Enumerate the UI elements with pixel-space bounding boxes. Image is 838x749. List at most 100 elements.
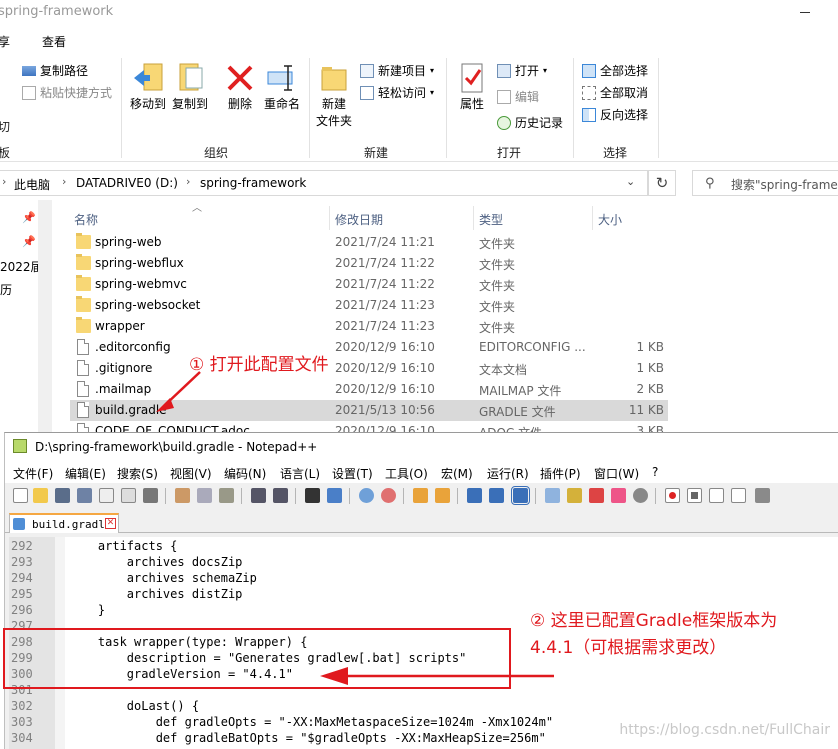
file-row[interactable]: .editorconfig 2020/12/9 16:10 EDITORCONFIG… bbox=[70, 337, 668, 358]
word-wrap-icon[interactable] bbox=[467, 488, 482, 503]
folder-as-workspace-icon[interactable] bbox=[611, 488, 626, 503]
new-item-button[interactable]: 新建项目 ▾ bbox=[360, 62, 434, 79]
nav-item[interactable]: 2022届 bbox=[0, 258, 43, 275]
copy-path-button[interactable]: 复制路径 bbox=[22, 62, 88, 79]
open-file-icon[interactable] bbox=[33, 488, 48, 503]
cut-fragment[interactable]: 切 bbox=[0, 118, 10, 135]
menu-encoding[interactable]: 编码(N) bbox=[224, 465, 266, 482]
search-input[interactable]: ⚲ 搜索"spring-framework" bbox=[692, 170, 838, 196]
new-folder-icon bbox=[318, 62, 350, 94]
menu-run[interactable]: 运行(R) bbox=[487, 465, 529, 482]
menu-window[interactable]: 窗口(W) bbox=[594, 465, 639, 482]
column-header-name[interactable]: 名称 bbox=[74, 211, 98, 228]
undo-icon[interactable] bbox=[251, 488, 266, 503]
column-header-type[interactable]: 类型 bbox=[479, 211, 503, 228]
tab-build-gradle-label: build.gradle bbox=[32, 518, 112, 531]
close-icon[interactable]: ✕ bbox=[105, 518, 116, 529]
chevron-down-icon[interactable]: ⌄ bbox=[626, 175, 635, 188]
doc-map-icon[interactable] bbox=[567, 488, 582, 503]
refresh-button[interactable]: ↻ bbox=[648, 170, 676, 196]
open-button[interactable]: 打开 ▾ bbox=[497, 62, 547, 79]
file-row[interactable]: spring-webmvc 2021/7/24 11:22 文件夹 bbox=[70, 274, 668, 295]
redo-icon[interactable] bbox=[273, 488, 288, 503]
zoom-in-icon[interactable] bbox=[359, 488, 374, 503]
stop-macro-icon[interactable] bbox=[687, 488, 702, 503]
column-header-date[interactable]: 修改日期 bbox=[335, 211, 383, 228]
tab-view[interactable]: 查看 bbox=[42, 33, 66, 50]
delete-button[interactable]: 删除 bbox=[216, 62, 264, 113]
select-all-button[interactable]: 全部选择 bbox=[582, 62, 648, 79]
define-language-icon[interactable] bbox=[545, 488, 560, 503]
monitoring-icon[interactable] bbox=[633, 488, 648, 503]
file-row[interactable]: spring-web 2021/7/24 11:21 文件夹 bbox=[70, 232, 668, 253]
run-macro-multiple-icon[interactable] bbox=[731, 488, 746, 503]
file-row[interactable]: spring-webflux 2021/7/24 11:22 文件夹 bbox=[70, 253, 668, 274]
breadcrumb-this-pc[interactable]: 此电脑 bbox=[14, 176, 50, 193]
menu-view[interactable]: 视图(V) bbox=[170, 465, 212, 482]
new-group-label: 新建 bbox=[364, 146, 389, 160]
edit-button[interactable]: 编辑 bbox=[497, 88, 539, 105]
nav-item[interactable]: 历 bbox=[0, 281, 12, 298]
paste-icon[interactable] bbox=[219, 488, 234, 503]
code-line: archives distZip bbox=[69, 587, 243, 601]
breadcrumb-drive[interactable]: DATADRIVE0 (D:) bbox=[76, 176, 178, 190]
move-to-button[interactable]: 移动到 bbox=[124, 62, 172, 113]
menu-edit[interactable]: 编辑(E) bbox=[65, 465, 106, 482]
history-button[interactable]: 历史记录 bbox=[497, 114, 563, 131]
menu-plugins[interactable]: 插件(P) bbox=[540, 465, 581, 482]
copy-to-button[interactable]: 复制到 bbox=[166, 62, 214, 113]
line-number: 293 bbox=[11, 555, 33, 569]
close-all-icon[interactable] bbox=[121, 488, 136, 503]
select-all-label: 全部选择 bbox=[600, 64, 649, 78]
save-icon[interactable] bbox=[55, 488, 70, 503]
sync-vertical-icon[interactable] bbox=[413, 488, 428, 503]
copy-icon[interactable] bbox=[197, 488, 212, 503]
close-file-icon[interactable] bbox=[99, 488, 114, 503]
indent-guide-icon[interactable] bbox=[511, 486, 530, 505]
nav-scrollbar[interactable] bbox=[38, 200, 52, 440]
invert-selection-button[interactable]: 反向选择 bbox=[582, 106, 648, 123]
menu-settings[interactable]: 设置(T) bbox=[332, 465, 373, 482]
address-bar[interactable]: › 此电脑 › DATADRIVE0 (D:) › spring-framewo… bbox=[0, 170, 648, 196]
minimize-button[interactable] bbox=[796, 0, 816, 24]
menu-search[interactable]: 搜索(S) bbox=[117, 465, 158, 482]
new-folder-button[interactable]: 新建 文件夹 bbox=[310, 62, 358, 130]
code-line: } bbox=[69, 603, 106, 617]
column-divider[interactable] bbox=[473, 206, 474, 230]
menu-language[interactable]: 语言(L) bbox=[280, 465, 320, 482]
pin-icon[interactable]: 📌 bbox=[22, 235, 36, 248]
code-line: def gradleBatOpts = "$gradleOpts -XX:Max… bbox=[69, 731, 546, 745]
column-header-size[interactable]: 大小 bbox=[598, 211, 622, 228]
save-macro-icon[interactable] bbox=[755, 488, 770, 503]
rename-button[interactable]: 重命名 bbox=[258, 62, 306, 113]
function-list-icon[interactable] bbox=[589, 488, 604, 503]
save-all-icon[interactable] bbox=[77, 488, 92, 503]
file-row[interactable]: wrapper 2021/7/24 11:23 文件夹 bbox=[70, 316, 668, 337]
new-item-label: 新建项目 bbox=[378, 64, 427, 78]
menu-macro[interactable]: 宏(M) bbox=[441, 465, 473, 482]
print-icon[interactable] bbox=[143, 488, 158, 503]
easy-access-button[interactable]: 轻松访问 ▾ bbox=[360, 84, 434, 101]
breadcrumb-folder[interactable]: spring-framework bbox=[200, 176, 306, 190]
column-divider[interactable] bbox=[592, 206, 593, 230]
replace-icon[interactable] bbox=[327, 488, 342, 503]
tab-share[interactable]: 享 bbox=[0, 33, 10, 50]
menu-file[interactable]: 文件(F) bbox=[13, 465, 53, 482]
find-icon[interactable] bbox=[305, 488, 320, 503]
show-all-chars-icon[interactable] bbox=[489, 488, 504, 503]
menu-help[interactable]: ? bbox=[652, 465, 658, 479]
paste-shortcut-button[interactable]: 粘贴快捷方式 bbox=[22, 84, 112, 101]
pin-icon[interactable]: 📌 bbox=[22, 211, 36, 224]
file-row[interactable]: spring-websocket 2021/7/24 11:23 文件夹 bbox=[70, 295, 668, 316]
play-macro-icon[interactable] bbox=[709, 488, 724, 503]
record-macro-icon[interactable] bbox=[665, 488, 680, 503]
select-none-button[interactable]: 全部取消 bbox=[582, 84, 648, 101]
new-file-icon[interactable] bbox=[13, 488, 28, 503]
tab-build-gradle[interactable]: build.gradle ✕ bbox=[9, 513, 119, 533]
properties-button[interactable]: 属性 bbox=[448, 62, 496, 113]
cut-icon[interactable] bbox=[175, 488, 190, 503]
column-divider[interactable] bbox=[329, 206, 330, 230]
zoom-out-icon[interactable] bbox=[381, 488, 396, 503]
sync-horizontal-icon[interactable] bbox=[435, 488, 450, 503]
menu-tools[interactable]: 工具(O) bbox=[385, 465, 428, 482]
